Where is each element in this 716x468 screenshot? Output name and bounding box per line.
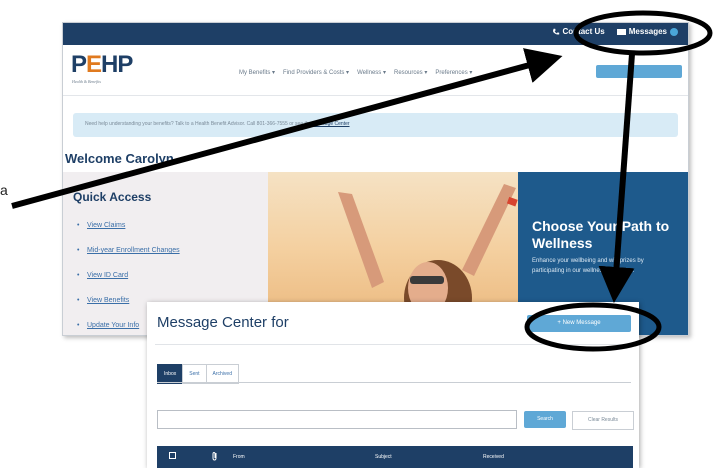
- nav-item-find-providers[interactable]: Find Providers & Costs ▾: [283, 69, 349, 76]
- messages-table-header: From Subject Received: [157, 446, 633, 468]
- nav-menu: My Benefits ▾ Find Providers & Costs ▾ W…: [239, 69, 472, 76]
- quick-access-title: Quick Access: [73, 190, 152, 204]
- alert-message: Need help understanding your benefits? T…: [85, 121, 312, 127]
- message-search-input[interactable]: [157, 410, 517, 429]
- phone-icon: [552, 28, 559, 35]
- welcome-heading: Welcome Carolyn: [65, 151, 174, 166]
- logo-tagline: Health & Benefits: [72, 79, 101, 84]
- messages-link[interactable]: Messages: [616, 27, 678, 36]
- alert-text: Need help understanding your benefits? T…: [85, 121, 350, 127]
- tab-sent[interactable]: Sent: [182, 364, 207, 384]
- quick-link-view-claims[interactable]: View Claims: [77, 222, 180, 247]
- nav-item-wellness[interactable]: Wellness ▾: [357, 69, 386, 76]
- wellness-title: Choose Your Path to Wellness: [532, 218, 670, 251]
- help-alert-banner: Need help understanding your benefits? T…: [73, 113, 678, 137]
- nav-item-resources[interactable]: Resources ▾: [394, 69, 427, 76]
- message-center-title: Message Center for: [157, 314, 289, 331]
- column-from[interactable]: From: [233, 454, 245, 460]
- wellness-text: Enhance your wellbeing and win prizes by…: [532, 258, 644, 274]
- clear-results-button[interactable]: Clear Results: [572, 411, 634, 430]
- search-button[interactable]: Search: [524, 411, 566, 428]
- pehp-logo[interactable]: PEHP: [71, 53, 133, 77]
- utility-links: Contact Us Messages: [552, 27, 678, 36]
- column-received[interactable]: Received: [483, 454, 504, 460]
- tabs-divider: [157, 382, 631, 383]
- new-message-button[interactable]: + New Message: [527, 315, 631, 332]
- message-center-screenshot: Message Center for + New Message Inbox S…: [147, 302, 639, 468]
- message-count-badge: [670, 27, 678, 36]
- paperclip-icon: [212, 451, 217, 461]
- contact-us-link[interactable]: Contact Us: [552, 27, 605, 36]
- tab-archived[interactable]: Archived: [205, 364, 239, 384]
- messages-label: Messages: [628, 27, 667, 36]
- contact-us-label: Contact Us: [562, 27, 605, 36]
- top-utility-bar: Contact Us Messages: [63, 23, 688, 45]
- nav-item-preferences[interactable]: Preferences ▾: [435, 69, 472, 76]
- account-dropdown-button[interactable]: [596, 65, 682, 78]
- main-navigation: PEHP Health & Benefits My Benefits ▾ Fin…: [63, 45, 688, 96]
- select-all-checkbox[interactable]: [169, 452, 176, 459]
- quick-link-enrollment-changes[interactable]: Mid-year Enrollment Changes: [77, 247, 180, 272]
- nav-item-my-benefits[interactable]: My Benefits ▾: [239, 69, 275, 76]
- message-tabs: Inbox Sent Archived: [157, 364, 239, 384]
- callout-letter: a: [0, 182, 8, 198]
- tab-inbox[interactable]: Inbox: [157, 364, 184, 384]
- alert-message-center-link[interactable]: Message Center: [313, 121, 350, 127]
- pehp-portal-screenshot: Contact Us Messages PEHP Health & Benefi…: [62, 22, 689, 336]
- quick-link-view-id-card[interactable]: View ID Card: [77, 272, 180, 297]
- envelope-icon: [616, 28, 626, 35]
- column-subject[interactable]: Subject: [375, 454, 392, 460]
- header-divider: [155, 344, 631, 345]
